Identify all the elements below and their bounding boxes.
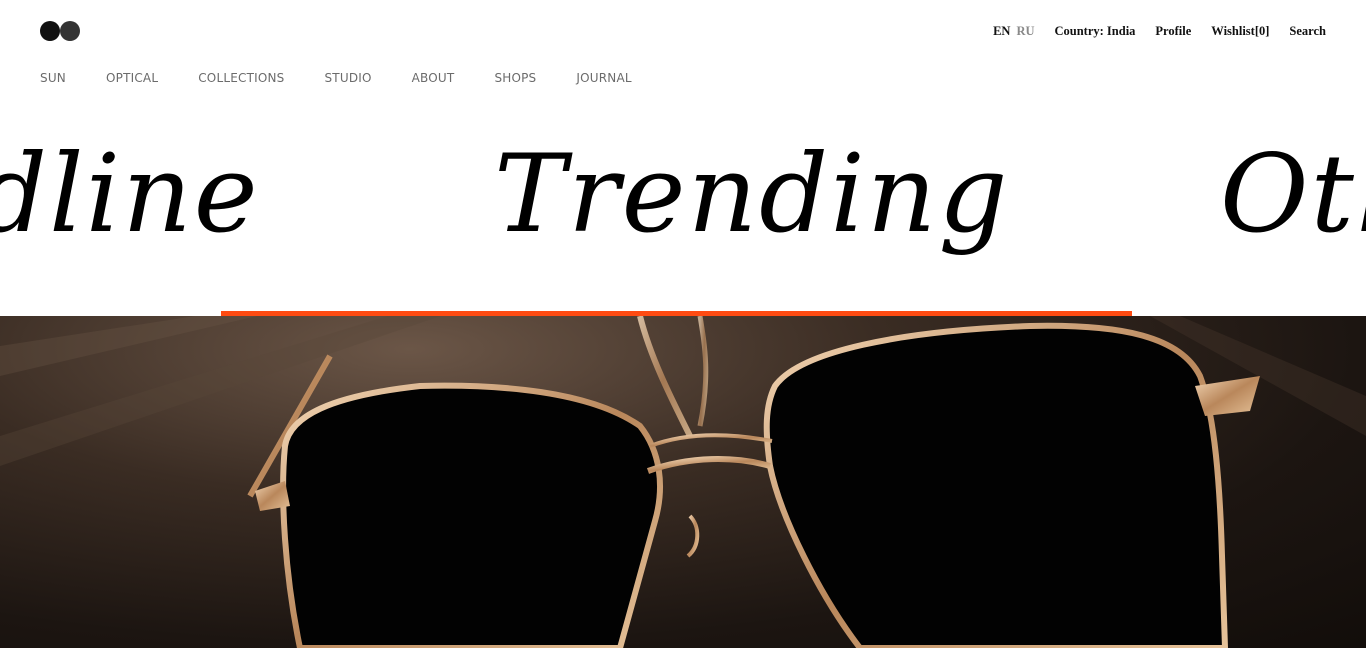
carousel-prev-word[interactable]: dline <box>0 130 260 260</box>
nav-item-collections[interactable]: COLLECTIONS <box>198 71 284 85</box>
nav-item-optical[interactable]: OPTICAL <box>106 71 158 85</box>
hero-image <box>0 316 1366 648</box>
carousel-current-word[interactable]: Trending <box>494 130 1010 260</box>
search-link[interactable]: Search <box>1289 24 1326 39</box>
nav-item-shops[interactable]: SHOPS <box>494 71 536 85</box>
nav-item-sun[interactable]: SUN <box>40 71 66 85</box>
carousel-next-word[interactable]: Oth <box>1220 130 1366 260</box>
sunglasses-illustration <box>0 316 1366 648</box>
language-switcher: EN RU <box>993 24 1034 39</box>
category-carousel: dline Trending Oth <box>0 130 1366 280</box>
brand-logo[interactable] <box>40 21 82 41</box>
country-selector[interactable]: Country: India <box>1055 24 1136 39</box>
utility-nav: EN RU Country: India Profile Wishlist[0]… <box>993 24 1326 39</box>
profile-link[interactable]: Profile <box>1155 24 1191 39</box>
nav-item-about[interactable]: ABOUT <box>412 71 455 85</box>
wishlist-link[interactable]: Wishlist[0] <box>1211 24 1269 39</box>
logo-circle-right <box>60 21 80 41</box>
language-en[interactable]: EN <box>993 24 1010 39</box>
nav-item-journal[interactable]: JOURNAL <box>576 71 631 85</box>
nav-item-studio[interactable]: STUDIO <box>324 71 371 85</box>
language-ru[interactable]: RU <box>1016 24 1034 39</box>
logo-circle-left <box>40 21 60 41</box>
main-nav: SUN OPTICAL COLLECTIONS STUDIO ABOUT SHO… <box>40 71 632 85</box>
